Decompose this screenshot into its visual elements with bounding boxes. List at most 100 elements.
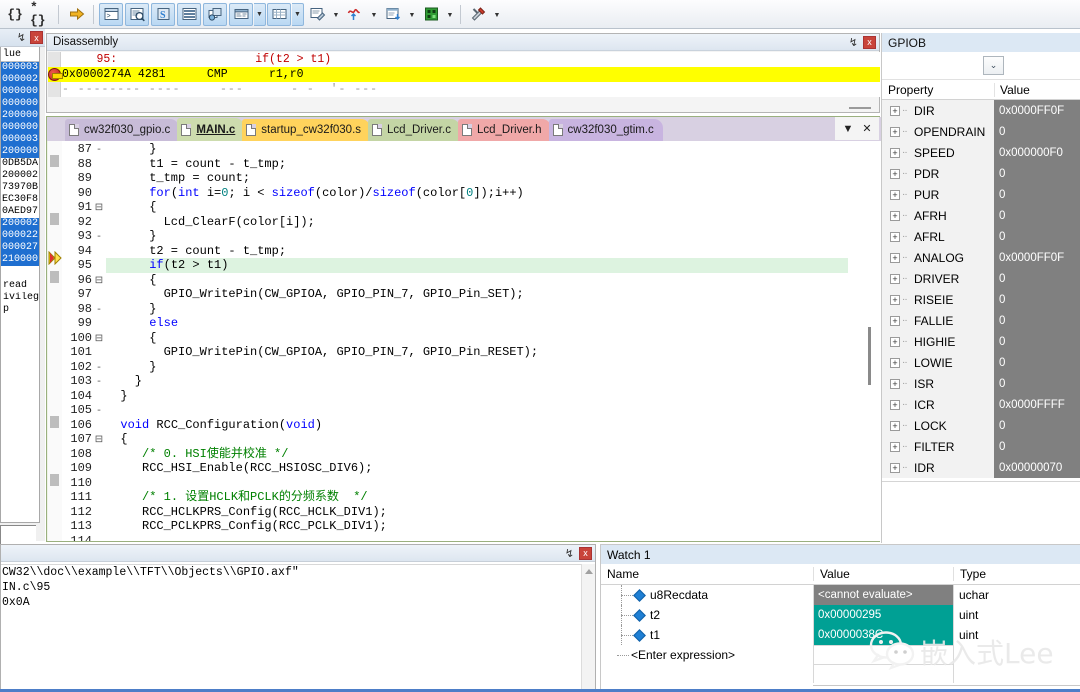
watch-value-cell[interactable]: 0x0000038C [813, 625, 953, 645]
chevron-down-icon[interactable]: ▼ [842, 123, 853, 135]
gpiob-property-cell[interactable]: +··FALLIE [882, 310, 994, 331]
gpiob-property-cell[interactable]: +··DRIVER [882, 268, 994, 289]
gpiob-register-row[interactable]: +··SPEED0x000000F0 [882, 142, 1080, 163]
gpiob-property-cell[interactable]: +··ANALOG [882, 247, 994, 268]
call-stack-window-icon[interactable] [203, 3, 227, 26]
gpiob-value-cell[interactable]: 0x0000FF0F [994, 100, 1080, 121]
code-line[interactable]: 90 for(int i=0; i < sizeof(color)/sizeof… [62, 186, 862, 201]
watch-row[interactable]: t10x0000038Cuint [601, 625, 1080, 645]
watch-value-cell[interactable]: 0x00000295 [813, 605, 953, 625]
register-value-row[interactable]: 000000 [1, 98, 39, 110]
trace-windows-icon[interactable] [381, 3, 405, 26]
tools-chevron-down-icon[interactable]: ▼ [491, 3, 503, 26]
gpiob-register-row[interactable]: +··DIR0x0000FF0F [882, 100, 1080, 121]
code-line[interactable]: 103- } [62, 374, 862, 389]
register-value-row[interactable]: 000002 [1, 74, 39, 86]
expand-icon[interactable]: + [890, 148, 900, 158]
code-line[interactable]: 106 void RCC_Configuration(void) [62, 418, 862, 433]
code-line[interactable]: 108 /* 0. HSI使能并校准 */ [62, 447, 862, 462]
breakpoint-icon[interactable] [48, 68, 61, 81]
watch-name-cell[interactable]: <Enter expression> [601, 645, 813, 665]
gpiob-register-row[interactable]: +··LOWIE0 [882, 352, 1080, 373]
gpiob-property-cell[interactable]: +··RISEIE [882, 289, 994, 310]
gpiob-register-row[interactable]: +··DRIVER0 [882, 268, 1080, 289]
register-value-row[interactable]: 000000 [1, 122, 39, 134]
code-line[interactable]: 93- } [62, 229, 862, 244]
expand-icon[interactable]: + [890, 274, 900, 284]
watch-name-cell[interactable]: t2 [601, 605, 813, 625]
expand-icon[interactable]: + [890, 253, 900, 263]
code-line[interactable]: 99 else [62, 316, 862, 331]
register-value-row[interactable]: 000000 [1, 86, 39, 98]
gpiob-property-cell[interactable]: +··AFRH [882, 205, 994, 226]
register-value-row[interactable]: EC30F8 [1, 194, 39, 206]
gpiob-register-row[interactable]: +··IDR0x00000070 [882, 457, 1080, 478]
code-editor-body[interactable]: 87- }88 t1 = count - t_tmp;89 t_tmp = co… [48, 141, 880, 541]
watch-name-cell[interactable]: t1 [601, 625, 813, 645]
gpiob-value-cell[interactable]: 0 [994, 331, 1080, 352]
code-line[interactable]: 101 GPIO_WritePin(CW_GPIOA, GPIO_PIN_7, … [62, 345, 862, 360]
code-line[interactable]: 107⊟ { [62, 432, 862, 447]
memory-windows-icon[interactable] [267, 3, 291, 26]
expand-icon[interactable]: + [890, 106, 900, 116]
code-line[interactable]: 91⊟ { [62, 200, 862, 215]
code-line[interactable]: 105- [62, 403, 862, 418]
code-line[interactable]: 97 GPIO_WritePin(CW_GPIOA, GPIO_PIN_7, G… [62, 287, 862, 302]
disassembly-window-icon[interactable] [125, 3, 149, 26]
gpiob-value-cell[interactable]: 0 [994, 415, 1080, 436]
code-line[interactable]: 109 RCC_HSI_Enable(RCC_HSIOSC_DIV6); [62, 461, 862, 476]
gpiob-value-cell[interactable]: 0 [994, 373, 1080, 394]
gpiob-register-row[interactable]: +··ANALOG0x0000FF0F [882, 247, 1080, 268]
code-line[interactable]: 88 t1 = count - t_tmp; [62, 157, 862, 172]
register-value-row[interactable]: 200002 [1, 170, 39, 182]
expand-icon[interactable]: + [890, 400, 900, 410]
editor-tab-cw32f030-gpio-c[interactable]: cw32f030_gpio.c [65, 119, 179, 141]
pin-icon[interactable]: ↯ [17, 31, 26, 44]
watch-value-cell[interactable] [813, 645, 953, 665]
step-out-braces-icon[interactable]: *{} [29, 3, 53, 26]
expand-icon[interactable]: + [890, 379, 900, 389]
gpiob-value-cell[interactable]: 0 [994, 205, 1080, 226]
analysis-windows-icon[interactable] [343, 3, 367, 26]
analysis-windows-chevron-down-icon[interactable]: ▼ [368, 3, 380, 26]
watch-name-cell[interactable]: u8Recdata [601, 585, 813, 605]
gpiob-property-cell[interactable]: +··AFRL [882, 226, 994, 247]
close-icon[interactable]: x [863, 36, 876, 49]
gpiob-property-cell[interactable]: +··ISR [882, 373, 994, 394]
register-value-row[interactable]: 200000 [1, 146, 39, 158]
gpiob-value-cell[interactable]: 0 [994, 121, 1080, 142]
register-value-row[interactable]: 000022 [1, 230, 39, 242]
gpiob-value-cell[interactable]: 0 [994, 163, 1080, 184]
watch-windows-icon[interactable] [229, 3, 253, 26]
expand-icon[interactable]: + [890, 421, 900, 431]
run-to-cursor-icon[interactable] [64, 3, 88, 26]
gpiob-property-cell[interactable]: +··HIGHIE [882, 331, 994, 352]
editor-tab-lcd-driver-c[interactable]: Lcd_Driver.c [368, 119, 460, 141]
gpiob-register-row[interactable]: +··AFRH0 [882, 205, 1080, 226]
expand-icon[interactable]: + [890, 337, 900, 347]
gpiob-register-row[interactable]: +··FILTER0 [882, 436, 1080, 457]
gpiob-property-cell[interactable]: +··OPENDRAIN [882, 121, 994, 142]
gpiob-register-row[interactable]: +··AFRL0 [882, 226, 1080, 247]
gpiob-register-row[interactable]: +··RISEIE0 [882, 289, 1080, 310]
command-window-icon[interactable]: > [99, 3, 123, 26]
editor-tab-main-c[interactable]: MAIN.c [177, 118, 244, 141]
gpiob-value-cell[interactable]: 0 [994, 289, 1080, 310]
expand-icon[interactable]: + [890, 295, 900, 305]
symbols-window-icon[interactable]: S [151, 3, 175, 26]
code-line[interactable]: 98- } [62, 302, 862, 317]
code-line[interactable]: 102- } [62, 360, 862, 375]
gpiob-value-cell[interactable]: 0 [994, 184, 1080, 205]
serial-windows-chevron-down-icon[interactable]: ▼ [330, 3, 342, 26]
register-value-row[interactable]: 000003 [1, 134, 39, 146]
code-line[interactable]: 111 /* 1. 设置HCLK和PCLK的分频系数 */ [62, 490, 862, 505]
gpiob-value-cell[interactable]: 0 [994, 352, 1080, 373]
code-line[interactable]: 114 [62, 534, 862, 542]
code-line[interactable]: 95 if(t2 > t1) [62, 258, 862, 273]
code-line[interactable]: 100⊟ { [62, 331, 862, 346]
code-line[interactable]: 94 t2 = count - t_tmp; [62, 244, 862, 259]
editor-tab-cw32f030-gtim-c[interactable]: cw32f030_gtim.c [549, 119, 663, 141]
watch-row[interactable]: t20x00000295uint [601, 605, 1080, 625]
gpiob-value-cell[interactable]: 0x0000FFFF [994, 394, 1080, 415]
code-line[interactable]: 89 t_tmp = count; [62, 171, 862, 186]
